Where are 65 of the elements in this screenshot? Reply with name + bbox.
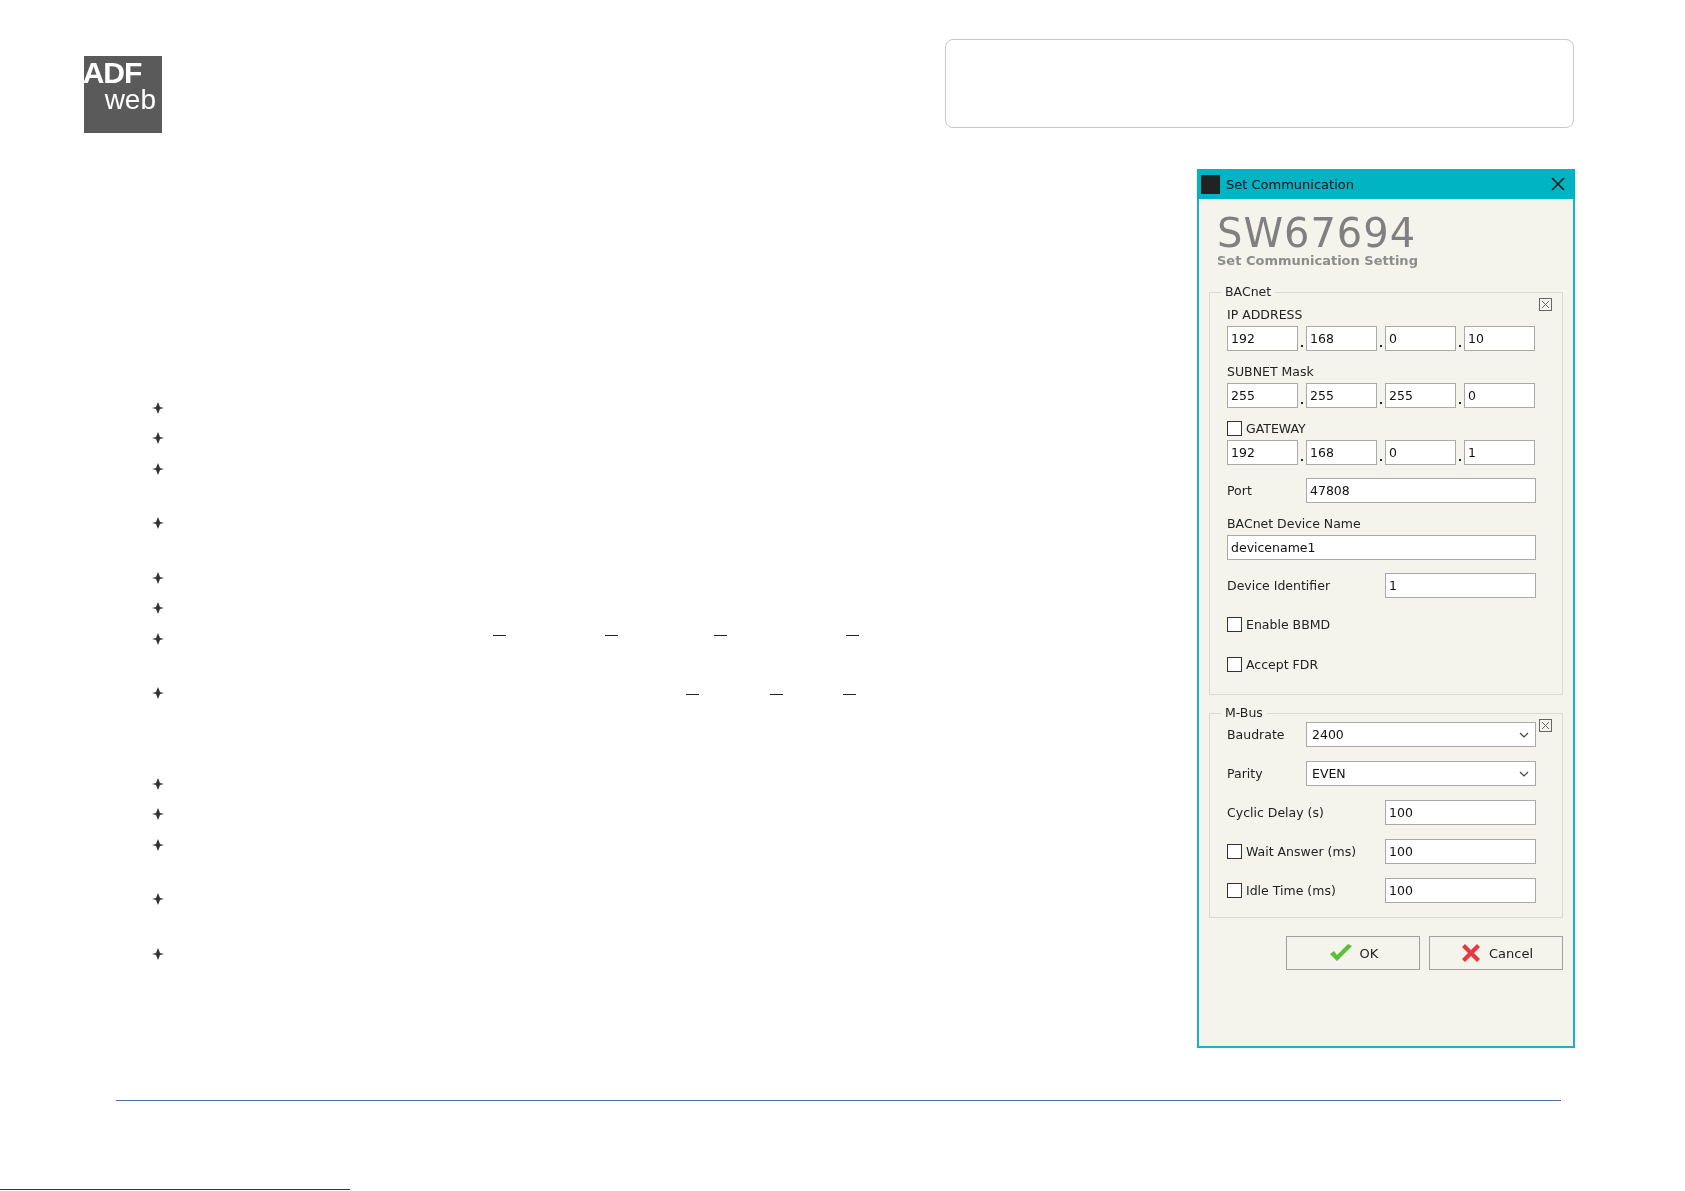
field-label: Baudrate bbox=[1227, 727, 1285, 742]
group-title: BACnet bbox=[1221, 284, 1276, 299]
bullet-icon bbox=[152, 602, 164, 614]
field-label: BACnet Device Name bbox=[1227, 516, 1361, 531]
ip-octet-field[interactable]: 192 bbox=[1227, 440, 1298, 465]
field-label: GATEWAY bbox=[1246, 421, 1306, 436]
field-label: Parity bbox=[1227, 766, 1263, 781]
field-label: Accept FDR bbox=[1246, 657, 1319, 672]
bullet-icon bbox=[152, 839, 164, 851]
checkbox[interactable] bbox=[1227, 421, 1242, 436]
text-field[interactable]: devicename1 bbox=[1227, 535, 1536, 560]
field-label: IP ADDRESS bbox=[1227, 307, 1303, 322]
ip-octet-field[interactable]: 192 bbox=[1227, 326, 1298, 351]
bullet-icon bbox=[152, 432, 164, 444]
ip-octet-field[interactable]: 0 bbox=[1385, 326, 1456, 351]
text-field[interactable]: 100 bbox=[1385, 878, 1536, 903]
dropdown[interactable]: 2400 bbox=[1306, 722, 1536, 747]
collapse-icon bbox=[1539, 298, 1552, 311]
field-label: Idle Time (ms) bbox=[1246, 883, 1336, 898]
ip-octet-field[interactable]: 255 bbox=[1227, 383, 1298, 408]
cancel-button[interactable]: Cancel bbox=[1429, 936, 1563, 970]
app-icon bbox=[1201, 174, 1220, 194]
collapse-icon bbox=[1539, 719, 1552, 732]
chevron-down-icon bbox=[1519, 731, 1529, 738]
product-code: SW67694 bbox=[1217, 213, 1418, 253]
ip-octet-field[interactable]: 255 bbox=[1306, 383, 1377, 408]
bullet-icon bbox=[152, 687, 164, 699]
bullet-icon bbox=[152, 463, 164, 475]
chevron-down-icon bbox=[1519, 770, 1529, 777]
checkbox[interactable] bbox=[1227, 883, 1242, 898]
close-icon bbox=[1551, 177, 1565, 191]
checkbox[interactable] bbox=[1227, 844, 1242, 859]
ip-octet-field[interactable]: 168 bbox=[1306, 440, 1377, 465]
field-label: Port bbox=[1227, 483, 1252, 498]
ip-octet-field[interactable]: 0 bbox=[1385, 440, 1456, 465]
logo: ADF web bbox=[84, 56, 162, 133]
text-field[interactable]: 100 bbox=[1385, 839, 1536, 864]
bullet-icon bbox=[152, 517, 164, 529]
bullet-icon bbox=[152, 893, 164, 905]
field-label: Cyclic Delay (s) bbox=[1227, 805, 1324, 820]
checkbox[interactable] bbox=[1227, 657, 1242, 672]
dropdown[interactable]: EVEN bbox=[1306, 761, 1536, 786]
field-label: Device Identifier bbox=[1227, 578, 1331, 593]
ok-button[interactable]: OK bbox=[1286, 936, 1420, 970]
bullet-icon bbox=[152, 402, 164, 414]
text-field[interactable]: 1 bbox=[1385, 573, 1536, 598]
group-title: M-Bus bbox=[1221, 705, 1267, 720]
bullet-icon bbox=[152, 572, 164, 584]
ip-octet-field[interactable]: 10 bbox=[1464, 326, 1535, 351]
text-field[interactable]: 100 bbox=[1385, 800, 1536, 825]
text-field[interactable]: 47808 bbox=[1306, 478, 1536, 503]
ip-octet-field[interactable]: 168 bbox=[1306, 326, 1377, 351]
ip-octet-field[interactable]: 255 bbox=[1385, 383, 1456, 408]
field-label: Enable BBMD bbox=[1246, 617, 1331, 632]
bullet-icon bbox=[152, 633, 164, 645]
ip-octet-field[interactable]: 1 bbox=[1464, 440, 1535, 465]
field-label: SUBNET Mask bbox=[1227, 364, 1314, 379]
bullet-icon bbox=[152, 948, 164, 960]
field-label: Wait Answer (ms) bbox=[1246, 844, 1357, 859]
dialog-subtitle: Set Communication Setting bbox=[1217, 253, 1419, 268]
checkbox[interactable] bbox=[1227, 617, 1242, 632]
ip-octet-field[interactable]: 0 bbox=[1464, 383, 1535, 408]
bullet-icon bbox=[152, 778, 164, 790]
bullet-icon bbox=[152, 808, 164, 820]
window-title: Set Communication bbox=[1226, 176, 1355, 192]
